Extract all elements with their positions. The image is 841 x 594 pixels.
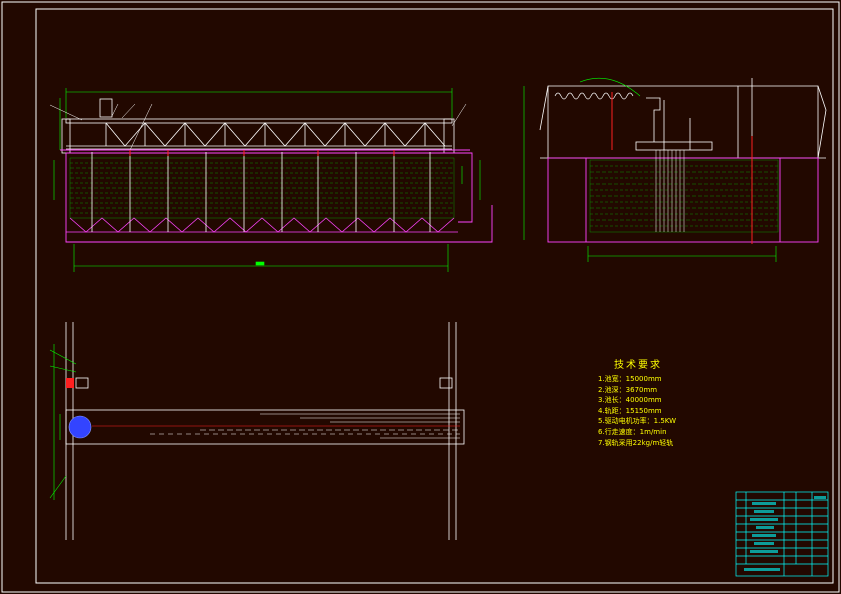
side-suction-pipes (655, 150, 685, 232)
drawing-frame (1, 1, 840, 593)
requirement-item: 1.池宽：15000mm (598, 375, 662, 383)
bottom-dimension (73, 244, 449, 272)
cad-drawing (1, 1, 840, 593)
technical-requirements-title: 技术要求 (614, 360, 662, 371)
leader-lines (49, 103, 467, 151)
side-section-view (523, 77, 827, 262)
front-elevation-view (49, 88, 493, 272)
requirement-item: 6.行走速度：1m/min (598, 427, 667, 436)
suction-pipes (91, 152, 431, 232)
requirement-item: 2.池深：3670mm (598, 385, 658, 394)
drive-motor-icon (68, 415, 92, 439)
title-block-fills (744, 496, 826, 571)
side-structure (539, 78, 827, 159)
tank-outline (60, 149, 493, 243)
plan-pipes (92, 413, 460, 439)
right-side-dimensions (53, 160, 481, 200)
bridge-truss (61, 98, 455, 154)
tank-water-fill (69, 157, 455, 219)
technical-requirements: 技术要求 1.池宽：15000mm 2.池深：3670mm 3.池长：40000… (598, 356, 676, 448)
side-tank (547, 157, 819, 243)
requirement-item: 7.钢轨采用22kg/m轻轨 (598, 438, 674, 447)
requirement-item: 5.驱动电机功率：1.5KW (598, 417, 677, 426)
plan-view (49, 322, 465, 540)
sludge-hoppers (66, 217, 458, 233)
title-block (735, 491, 829, 577)
requirement-item: 3.池长：40000mm (598, 396, 662, 405)
cable-spring (554, 92, 634, 100)
plan-rails (65, 322, 465, 540)
requirement-item: 4.轨距：15150mm (598, 406, 662, 415)
